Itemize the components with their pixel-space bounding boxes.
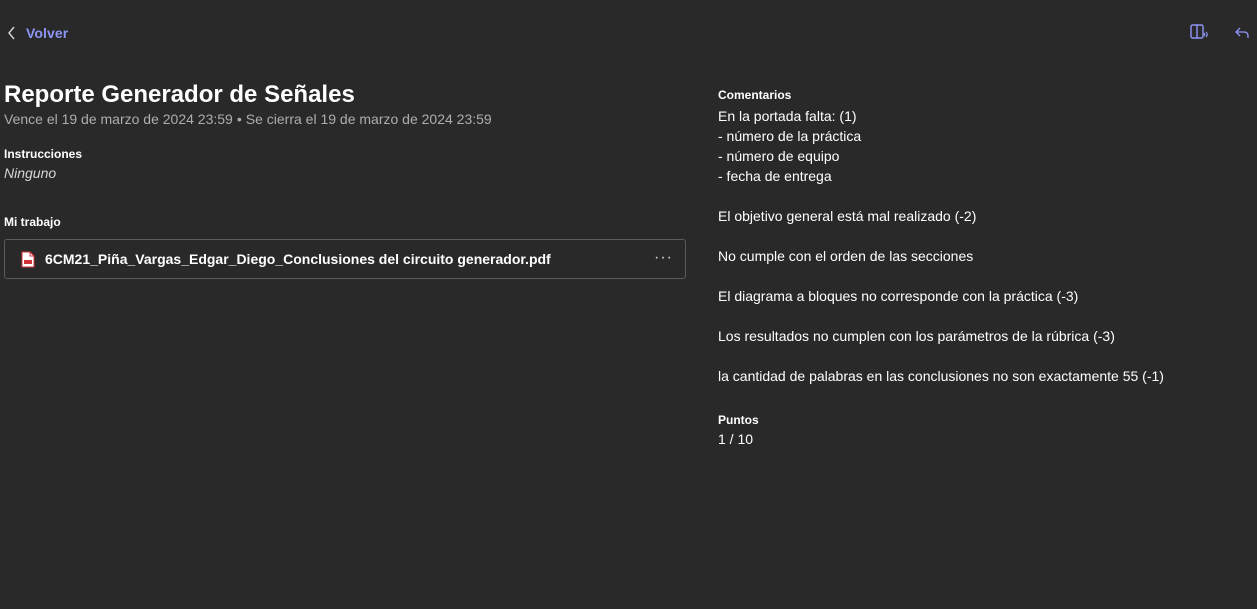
attachment-card[interactable]: 6CM21_Piña_Vargas_Edgar_Diego_Conclusion… <box>4 239 686 279</box>
attachment-name[interactable]: 6CM21_Piña_Vargas_Edgar_Diego_Conclusion… <box>45 251 551 267</box>
assignment-details: Reporte Generador de Señales Vence el 19… <box>4 80 686 279</box>
my-work-label: Mi trabajo <box>4 215 61 229</box>
back-label: Volver <box>26 25 69 41</box>
close-date: Se cierra el 19 de marzo de 2024 23:59 <box>245 111 492 127</box>
top-bar: Volver <box>0 0 1257 66</box>
pdf-file-icon <box>21 251 45 268</box>
assignment-title: Reporte Generador de Señales <box>4 81 355 108</box>
chevron-left-icon <box>7 26 17 40</box>
comments-text: En la portada falta: (1) - número de la … <box>718 108 1164 384</box>
points-value: 1 / 10 <box>718 431 754 447</box>
comments-label: Comentarios <box>718 88 792 102</box>
due-date: Vence el 19 de marzo de 2024 23:59 <box>4 111 233 127</box>
more-options-button[interactable]: ··· <box>654 250 673 266</box>
assignment-dates: Vence el 19 de marzo de 2024 23:59 • Se ci… <box>4 110 686 128</box>
immersive-reader-icon[interactable] <box>1189 22 1209 47</box>
reply-icon[interactable] <box>1234 26 1250 45</box>
date-separator: • <box>236 111 242 127</box>
back-button[interactable]: Volver <box>7 22 68 44</box>
instructions-label: Instrucciones <box>4 147 83 161</box>
points-label: Puntos <box>718 413 759 427</box>
instructions-value: Ninguno <box>4 165 57 181</box>
